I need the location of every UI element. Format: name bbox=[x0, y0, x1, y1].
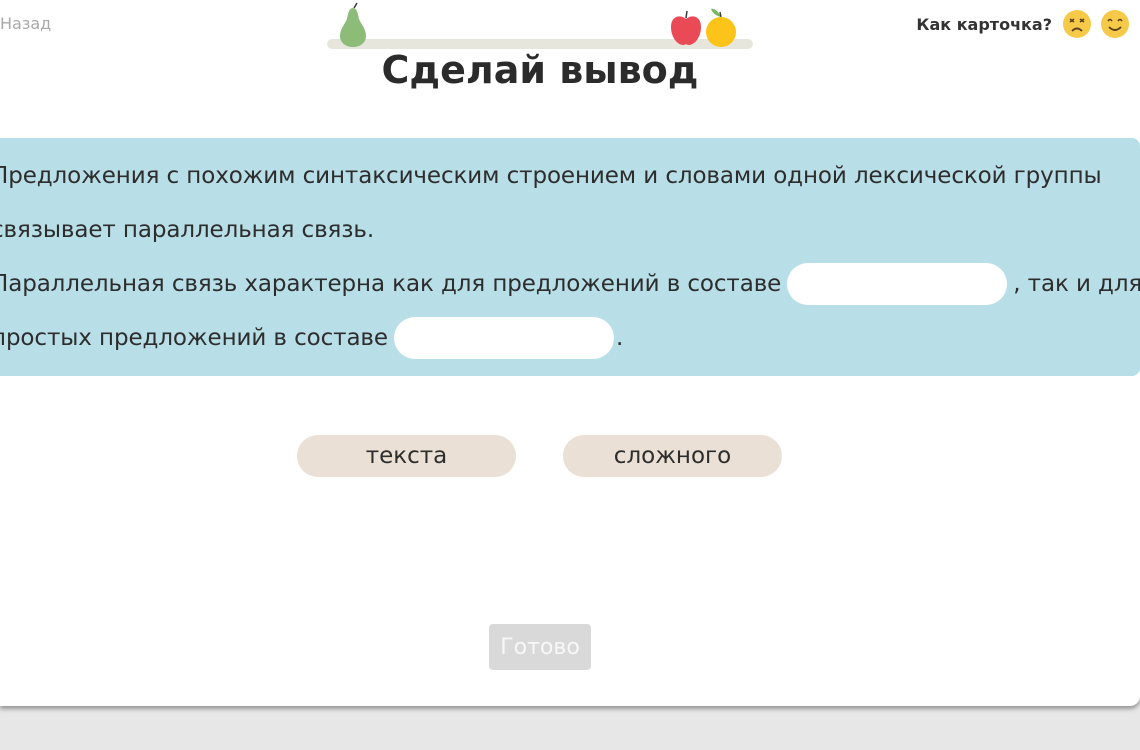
card-rating: Как карточка? bbox=[916, 8, 1130, 40]
orange-icon bbox=[706, 8, 736, 47]
answer-option-complex[interactable]: сложного bbox=[563, 435, 782, 477]
task-text: , так и для bbox=[1013, 271, 1140, 297]
done-button[interactable]: Готово bbox=[489, 624, 591, 670]
page-title: Сделай вывод bbox=[381, 48, 699, 92]
back-link[interactable]: Назад bbox=[0, 14, 51, 33]
exercise-card: Назад Как карточка? Сделай вывод Предлож… bbox=[0, 0, 1140, 706]
task-text: . bbox=[615, 325, 624, 351]
task-line-2: связывает параллельная связь. bbox=[0, 217, 375, 243]
task-text: простых предложений в составе bbox=[0, 325, 388, 351]
task-line-1: Предложения с похожим синтаксическим стр… bbox=[0, 163, 1102, 189]
apple-icon bbox=[671, 10, 701, 45]
pear-icon bbox=[340, 2, 366, 47]
sad-face-icon[interactable] bbox=[1062, 9, 1092, 39]
task-line-3: Параллельная связь характерна как для пр… bbox=[0, 263, 1140, 305]
answer-blank-1[interactable] bbox=[787, 263, 1008, 305]
rating-label: Как карточка? bbox=[916, 14, 1052, 34]
answer-blank-2[interactable] bbox=[393, 317, 614, 359]
task-panel: Предложения с похожим синтаксическим стр… bbox=[0, 138, 1140, 376]
answer-option-text[interactable]: текста bbox=[297, 435, 516, 477]
task-text: Параллельная связь характерна как для пр… bbox=[0, 271, 782, 297]
happy-face-icon[interactable] bbox=[1100, 9, 1130, 39]
progress-bar bbox=[327, 0, 753, 52]
task-line-4: простых предложений в составе . bbox=[0, 317, 624, 359]
